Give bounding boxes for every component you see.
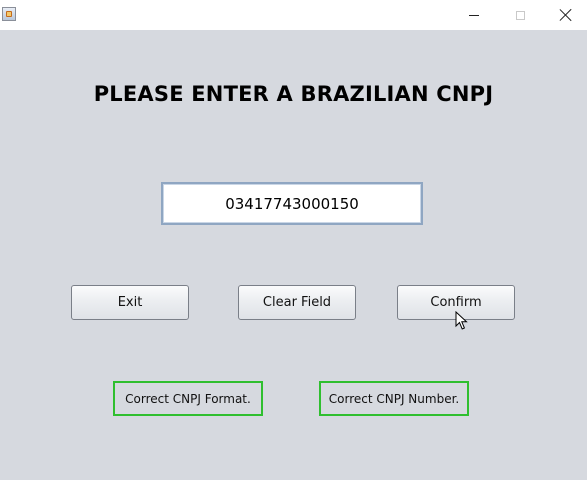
clear-field-button[interactable]: Clear Field [238,285,356,320]
cnpj-input[interactable] [161,182,423,225]
java-cup-icon [2,7,16,21]
cnpj-number-status-label: Correct CNPJ Number. [319,381,469,416]
minimize-button[interactable] [451,0,497,30]
maximize-button[interactable] [497,0,543,30]
close-button[interactable] [543,0,587,30]
maximize-icon [515,10,525,20]
exit-button[interactable]: Exit [71,285,189,320]
close-icon [560,9,572,21]
mouse-pointer-icon [455,311,468,330]
title-bar [0,0,587,30]
minimize-icon [469,14,479,16]
page-title: PLEASE ENTER A BRAZILIAN CNPJ [93,82,494,106]
cnpj-format-status-label: Correct CNPJ Format. [113,381,263,416]
